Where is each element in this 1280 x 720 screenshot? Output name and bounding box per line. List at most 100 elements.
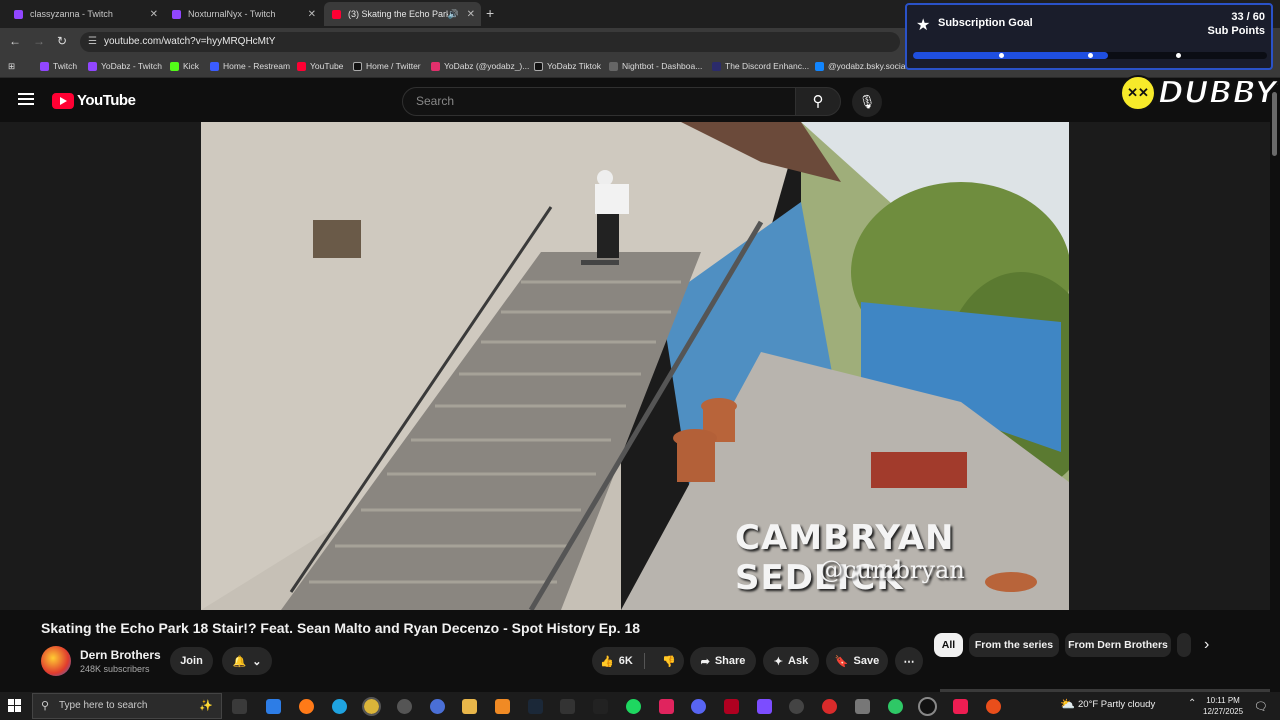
- search-placeholder: Search: [416, 94, 455, 108]
- close-icon[interactable]: ✕: [308, 9, 316, 20]
- taskbar-search-placeholder: Type here to search: [59, 700, 148, 711]
- bookmark-kick[interactable]: Kick: [170, 61, 199, 71]
- channel-name[interactable]: Dern Brothers: [80, 648, 161, 662]
- tab-classyzanna[interactable]: classyzanna - Twitch ✕: [6, 2, 164, 26]
- firefox-icon[interactable]: [299, 699, 314, 714]
- apps-icon[interactable]: ⊞: [8, 61, 15, 72]
- app-red-icon[interactable]: [659, 699, 674, 714]
- back-button[interactable]: ←: [9, 34, 21, 48]
- notification-icon[interactable]: 🗨: [1254, 700, 1268, 713]
- save-button[interactable]: 🔖 Save: [826, 647, 888, 675]
- youtube-icon: [297, 61, 306, 71]
- bookmark-bluesky[interactable]: @yodabz.bsky.socia...: [815, 61, 913, 71]
- search-button[interactable]: ⚲: [795, 87, 841, 116]
- goal-progress-fill: [913, 52, 1108, 59]
- goal-milestone-dot: [1176, 53, 1181, 58]
- app-orange-icon[interactable]: [495, 699, 510, 714]
- app-gray-icon[interactable]: [855, 699, 870, 714]
- like-button[interactable]: 👍 6K 👎: [592, 647, 684, 675]
- notification-bell-button[interactable]: 🔔 ⌄: [222, 647, 272, 675]
- globe-icon[interactable]: [430, 699, 445, 714]
- menu-icon[interactable]: [18, 93, 34, 105]
- bookmark-nightbot[interactable]: Nightbot - Dashboa...: [609, 61, 702, 71]
- weather-text[interactable]: 20°F Partly cloudy: [1078, 699, 1155, 710]
- bookmark-icon: 🔖: [834, 655, 849, 668]
- bookmark-tiktok[interactable]: YoDabz Tiktok: [534, 61, 601, 71]
- youtube-header: YouTube Search ⚲ 🎙: [0, 78, 1280, 122]
- bookmark-discord-enhancer[interactable]: The Discord Enhanc...: [712, 61, 809, 71]
- site-info-icon[interactable]: ☰: [88, 32, 97, 52]
- video-frame[interactable]: CAMBRYAN SEDLICK @cumbryan: [201, 122, 1069, 610]
- goal-milestone-dot: [1088, 53, 1093, 58]
- ask-button[interactable]: ✦ Ask: [763, 647, 819, 675]
- search-input[interactable]: Search: [402, 87, 796, 116]
- youtube-wordmark: YouTube: [77, 92, 136, 109]
- bookmark-restream[interactable]: Home - Restream: [210, 61, 290, 71]
- twitch-icon: [40, 61, 49, 71]
- chip-from-channel[interactable]: From Dern Brothers: [1065, 633, 1171, 657]
- thumbs-down-icon[interactable]: 👎: [662, 655, 676, 668]
- taskbar-search-input[interactable]: ⚲ Type here to search ✨: [32, 693, 222, 719]
- chip-all[interactable]: All: [934, 633, 963, 657]
- video-player[interactable]: CAMBRYAN SEDLICK @cumbryan: [0, 122, 1270, 610]
- discord-icon[interactable]: [691, 699, 706, 714]
- speaker-icon[interactable]: 🔊: [448, 9, 459, 20]
- join-button[interactable]: Join: [170, 647, 213, 675]
- more-actions-button[interactable]: ⋯: [895, 647, 923, 675]
- goal-unit: Sub Points: [1207, 25, 1265, 37]
- app-purple-icon[interactable]: [757, 699, 772, 714]
- tiktok-icon[interactable]: [953, 699, 968, 714]
- like-divider: [644, 653, 645, 669]
- chrome-icon[interactable]: [362, 697, 381, 716]
- tab-noxturnalnyx[interactable]: NoxturnalNyx - Twitch ✕: [164, 2, 322, 26]
- copilot-icon[interactable]: [266, 699, 281, 714]
- taskbar-clock[interactable]: 10:11 PM 12/27/2025: [1203, 695, 1243, 717]
- voice-search-button[interactable]: 🎙: [852, 87, 882, 117]
- bookmark-twitch[interactable]: Twitch: [40, 61, 77, 71]
- share-button[interactable]: ➦ Share: [690, 647, 756, 675]
- spotify-icon[interactable]: [626, 699, 641, 714]
- page-scrollbar[interactable]: ▲: [1270, 78, 1280, 690]
- close-icon[interactable]: ✕: [467, 9, 475, 20]
- goal-milestone-dot: [999, 53, 1004, 58]
- chip-label: From the series: [974, 639, 1054, 651]
- bookmark-yodabz-twitch[interactable]: YoDabz - Twitch: [88, 61, 162, 71]
- steam-icon[interactable]: [528, 699, 543, 714]
- url-field[interactable]: ☰ youtube.com/watch?v=hyyMRQHcMtY: [80, 32, 900, 52]
- bookmark-twitter[interactable]: Home / Twitter: [353, 61, 421, 71]
- app-target-icon[interactable]: [822, 699, 837, 714]
- obs-icon[interactable]: [397, 699, 412, 714]
- bookmark-youtube[interactable]: YouTube: [297, 61, 343, 71]
- edge-icon[interactable]: [332, 699, 347, 714]
- tab-youtube-video[interactable]: (3) Skating the Echo Park 18 🔊 ✕: [324, 2, 481, 26]
- gear-icon[interactable]: [789, 699, 804, 714]
- new-tab-button[interactable]: +: [486, 5, 494, 21]
- chip-from-series[interactable]: From the series: [969, 633, 1059, 657]
- forward-button[interactable]: →: [33, 34, 45, 48]
- weather-icon[interactable]: ⛅: [1060, 697, 1075, 711]
- reload-button[interactable]: ↻: [57, 34, 67, 48]
- app-flame-icon[interactable]: [986, 699, 1001, 714]
- chevron-right-icon[interactable]: ›: [1204, 636, 1209, 654]
- app-green-icon[interactable]: [888, 699, 903, 714]
- nightbot-icon: [609, 61, 618, 71]
- close-icon[interactable]: ✕: [150, 9, 158, 20]
- app-circle-icon[interactable]: [918, 697, 937, 716]
- folder-icon[interactable]: [462, 699, 477, 714]
- chevron-up-icon[interactable]: ⌃: [1188, 698, 1196, 709]
- youtube-logo[interactable]: YouTube: [52, 92, 136, 109]
- bookmark-label: YoDabz - Twitch: [101, 61, 162, 71]
- app-crimson-icon[interactable]: [724, 699, 739, 714]
- windows-start-icon[interactable]: [8, 699, 22, 713]
- goal-count: 33 / 60: [1231, 11, 1265, 23]
- task-view-icon[interactable]: [232, 699, 247, 714]
- app-dark-icon[interactable]: [560, 699, 575, 714]
- goal-label: Subscription Goal: [938, 17, 1033, 29]
- dubby-wordmark: DUBBY: [1157, 74, 1278, 112]
- bookmark-instagram[interactable]: YoDabz (@yodabz_)...: [431, 61, 529, 71]
- chip-label: All: [941, 639, 956, 651]
- chip-label: From Dern Brothers: [1068, 639, 1168, 651]
- channel-avatar[interactable]: [41, 646, 71, 676]
- app-controller-icon[interactable]: [593, 699, 608, 714]
- chip-truncated[interactable]: [1177, 633, 1191, 657]
